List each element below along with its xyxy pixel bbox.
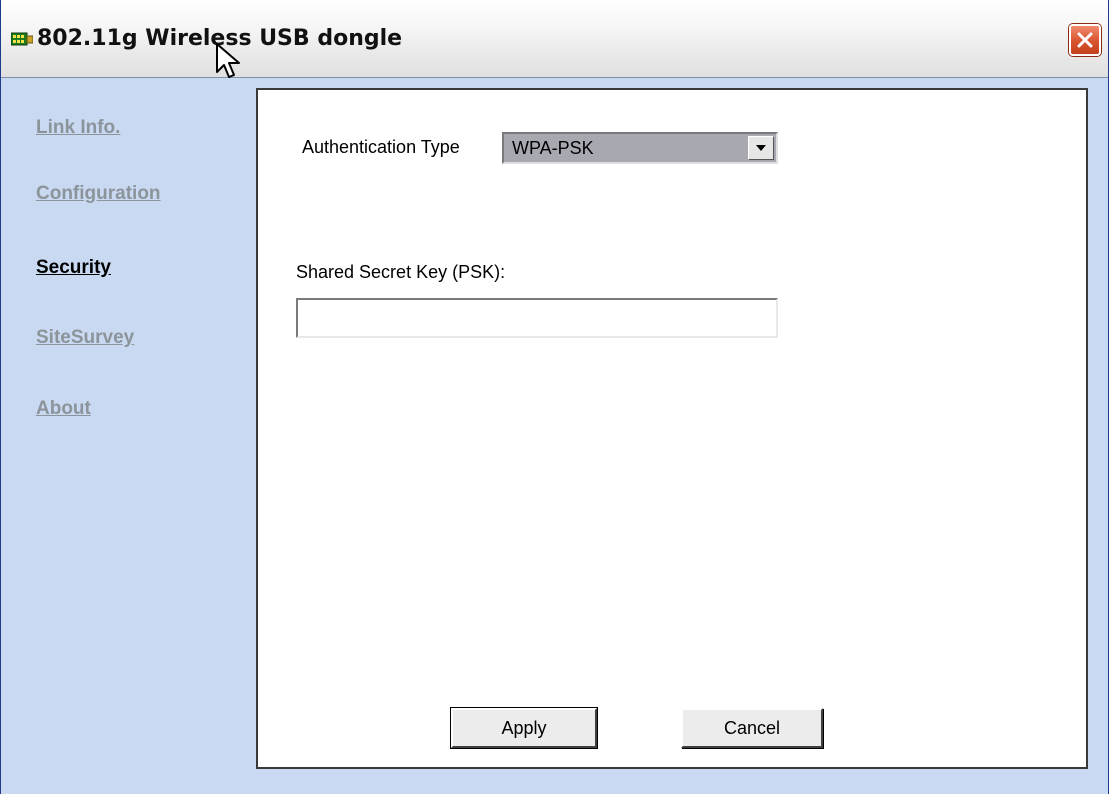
psk-label: Shared Secret Key (PSK): bbox=[296, 262, 506, 282]
sidebar-item-configuration[interactable]: Configuration bbox=[36, 183, 161, 205]
chevron-down-icon bbox=[756, 145, 766, 151]
auth-type-value: WPA-PSK bbox=[512, 138, 594, 158]
close-icon bbox=[1077, 32, 1093, 48]
sidebar-item-sitesurvey[interactable]: SiteSurvey bbox=[36, 327, 134, 349]
apply-button[interactable]: Apply bbox=[450, 707, 598, 749]
security-panel: Authentication Type WPA-PSK Shared Secre… bbox=[256, 88, 1088, 769]
app-window: 802.11g Wireless USB dongle Link Info. C… bbox=[0, 0, 1109, 794]
sidebar-item-security[interactable]: Security bbox=[36, 257, 111, 279]
sidebar-item-about[interactable]: About bbox=[36, 398, 91, 420]
title-bar[interactable]: 802.11g Wireless USB dongle bbox=[1, 0, 1108, 78]
network-adapter-icon bbox=[11, 32, 33, 46]
psk-input[interactable] bbox=[296, 298, 778, 338]
dropdown-arrow-button[interactable] bbox=[748, 136, 774, 160]
mouse-pointer-icon bbox=[216, 43, 240, 78]
auth-type-label: Authentication Type bbox=[302, 137, 460, 157]
sidebar-item-link-info[interactable]: Link Info. bbox=[36, 117, 120, 139]
auth-type-dropdown[interactable]: WPA-PSK bbox=[502, 132, 778, 164]
close-button[interactable] bbox=[1069, 24, 1101, 56]
cancel-button[interactable]: Cancel bbox=[681, 708, 823, 748]
